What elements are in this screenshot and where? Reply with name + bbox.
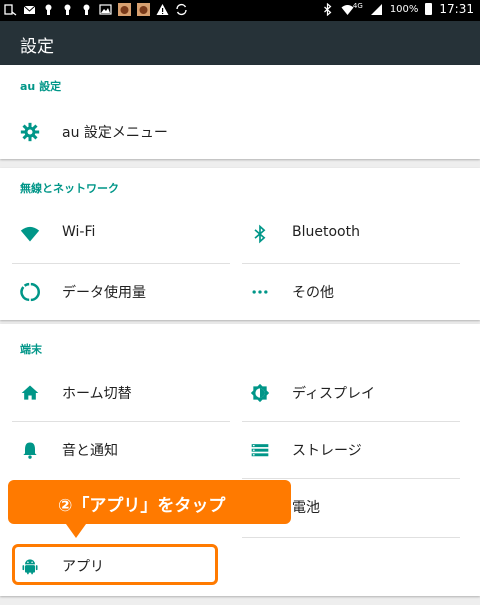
status-bar: 4G 100% 17:31: [0, 0, 480, 21]
signal-icon: [370, 3, 382, 15]
app-icon: [137, 3, 150, 16]
display-label: ディスプレイ: [292, 386, 376, 402]
warning-icon: [156, 4, 169, 15]
network-card: 無線とネットワーク Wi-Fi Bluetooth データ使用量 その他: [0, 168, 480, 320]
home-switch-label: ホーム切替: [62, 386, 132, 402]
keyhole-icon: [45, 4, 52, 15]
more-item[interactable]: その他: [242, 264, 460, 320]
battery-label: 電池: [292, 500, 320, 516]
more-icon: [252, 290, 268, 294]
row-divider: [242, 537, 460, 538]
mail-icon: [23, 5, 36, 14]
apps-highlight-box: [12, 544, 218, 585]
wifi-label: Wi-Fi: [62, 224, 96, 240]
wifi-item[interactable]: Wi-Fi: [12, 206, 230, 262]
tutorial-callout-text: ②「アプリ」をタップ: [58, 496, 226, 516]
storage-label: ストレージ: [292, 443, 362, 459]
au-settings-menu-item[interactable]: au 設定メニュー: [12, 104, 232, 160]
battery-icon: [425, 3, 433, 15]
keyhole-icon: [64, 4, 71, 15]
bluetooth-icon: [254, 224, 266, 244]
data-usage-icon: [20, 282, 40, 302]
keyhole-icon: [83, 4, 90, 15]
home-icon: [21, 385, 39, 400]
storage-icon: [251, 444, 269, 457]
au-settings-menu-label: au 設定メニュー: [62, 125, 168, 141]
more-label: その他: [292, 285, 334, 301]
image-icon: [99, 4, 112, 15]
tutorial-callout: ②「アプリ」をタップ: [8, 480, 291, 524]
battery-percent: 100%: [389, 3, 419, 15]
wifi-icon: [20, 226, 40, 242]
brightness-icon: [250, 383, 270, 403]
bluetooth-item[interactable]: Bluetooth: [242, 206, 460, 262]
notification-icons: [4, 3, 188, 16]
app-bar: 設定: [0, 21, 480, 65]
display-item[interactable]: ディスプレイ: [242, 365, 460, 421]
page-title: 設定: [20, 37, 54, 57]
tutorial-callout-pointer: [66, 524, 86, 538]
sound-notification-item[interactable]: 音と通知: [12, 422, 230, 478]
sound-notification-label: 音と通知: [62, 443, 118, 459]
bluetooth-icon: [324, 2, 332, 16]
bluetooth-label: Bluetooth: [292, 224, 360, 240]
data-usage-label: データ使用量: [62, 285, 146, 301]
bell-icon: [23, 442, 37, 459]
section-header-au: au 設定: [20, 80, 62, 93]
section-header-device: 端末: [20, 343, 42, 356]
app-icon: [118, 3, 131, 16]
home-switch-item[interactable]: ホーム切替: [12, 365, 230, 421]
sync-icon: [176, 3, 187, 16]
storage-item[interactable]: ストレージ: [242, 422, 460, 478]
section-header-network: 無線とネットワーク: [20, 182, 119, 195]
clock: 17:31: [439, 2, 474, 16]
au-settings-card: au 設定 au 設定メニュー: [0, 65, 480, 159]
gear-icon: [20, 122, 40, 142]
screenshot-icon: [4, 4, 17, 16]
network-type: 4G: [352, 1, 363, 10]
system-icons: 4G 100% 17:31: [321, 2, 474, 16]
data-usage-item[interactable]: データ使用量: [12, 264, 230, 320]
